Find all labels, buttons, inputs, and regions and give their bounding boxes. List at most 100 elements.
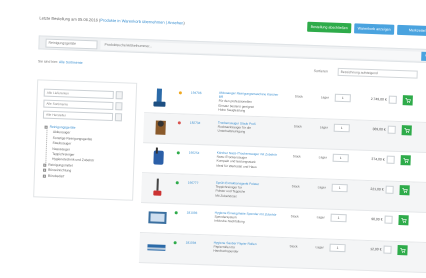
availability-dot [177, 121, 181, 125]
cart-icon [403, 158, 409, 163]
product-stock: Lager [315, 245, 324, 250]
last-order-text: Letzte Bestellung am 05.06.2016 ( [39, 14, 101, 23]
add-to-cart-button[interactable] [399, 185, 410, 196]
product-image[interactable] [148, 146, 171, 169]
category-select[interactable]: Reinigungsgeräte [45, 38, 98, 49]
add-to-cart-button[interactable] [401, 125, 412, 136]
collapse-icon[interactable] [44, 125, 48, 129]
product-list: 194706 Akkusauger Reinigungsmaschine Kär… [138, 83, 426, 274]
last-order-hint-link[interactable]: Produkte in Warenkorb übernehmen | Anseh… [100, 17, 183, 25]
unit-select[interactable] [388, 95, 397, 104]
product-image[interactable] [146, 206, 169, 229]
product-unit: Stück [289, 244, 298, 249]
availability-dot [173, 241, 177, 245]
availability-dot [176, 151, 180, 155]
unit-select[interactable] [385, 185, 394, 194]
assortment-filter[interactable]: Alle Sortimente [43, 99, 129, 111]
product-image[interactable] [150, 86, 173, 109]
breadcrumb-link[interactable]: Alle Sortimente [59, 60, 83, 65]
add-to-cart-button[interactable] [398, 215, 409, 226]
show-cart-button[interactable]: Warenkorb anzeigen [354, 23, 395, 35]
unit-select[interactable] [386, 155, 395, 164]
header-bar: Letzte Bestellung am 05.06.2016 (Produkt… [39, 9, 426, 39]
availability-dot [175, 181, 179, 185]
product-unit: Stück [292, 154, 301, 159]
quantity-input[interactable]: 1 [331, 183, 348, 193]
expand-icon[interactable] [43, 169, 47, 173]
product-sku[interactable]: 190254 [189, 151, 200, 155]
product-sku[interactable]: 182734 [190, 121, 201, 125]
unit-select[interactable] [383, 245, 392, 254]
product-detail-line: Inklusive Nachfüllung [214, 219, 245, 225]
product-price: 389,00 € [372, 127, 386, 132]
quantity-input[interactable]: 1 [332, 153, 349, 163]
quantity-input[interactable]: 1 [334, 93, 351, 103]
assortment-filter-value: Alle Sortimente [43, 99, 114, 111]
breadcrumb-label: Sie sind hier: [37, 59, 59, 65]
product-description: Hygiene Einwegmatte Spender mit Zubehör … [214, 211, 276, 226]
availability-dot [174, 211, 178, 215]
quantity-input[interactable]: 1 [330, 213, 347, 223]
cart-icon [402, 188, 408, 193]
filter-sidebar: Alle Lieferanten Alle Sortimente Alle He… [33, 79, 138, 201]
sort-select[interactable]: Bezeichnung aufsteigend [337, 67, 418, 79]
expand-icon[interactable] [43, 163, 47, 167]
product-description: Akkusauger Reinigungsmaschine Kärcher BR… [218, 91, 281, 114]
shop-page: Letzte Bestellung am 05.06.2016 (Produkt… [0, 0, 426, 278]
product-detail-line: Handtuchspender [213, 249, 239, 254]
product-price: 374,00 € [371, 157, 385, 162]
expand-icon[interactable] [42, 174, 46, 178]
product-stock: Lager [317, 185, 326, 190]
product-sku[interactable]: 181094 [186, 241, 197, 245]
supplier-filter[interactable]: Alle Lieferanten [43, 88, 130, 100]
cart-icon [401, 218, 407, 223]
product-unit: Stück [293, 124, 302, 129]
availability-dot [178, 91, 182, 95]
product-detail-line: Mit Zubehörset [215, 193, 237, 198]
add-to-cart-button[interactable] [400, 155, 411, 166]
supplier-filter-value: Alle Lieferanten [43, 88, 114, 100]
search-input[interactable] [100, 40, 422, 61]
product-stock: Lager [320, 95, 330, 100]
tree-item-other[interactable]: Bürobedarf [42, 173, 94, 180]
last-order-close: ) [183, 19, 185, 25]
quantity-input[interactable]: 1 [333, 123, 350, 133]
tree-item-label[interactable]: Bürobedarf [48, 173, 64, 179]
supplier-filter-button[interactable] [115, 91, 123, 100]
checkout-button[interactable]: Bestellung abschließen [307, 21, 352, 34]
product-detail-line: Ideal für Werkstatt und Haus [216, 163, 257, 169]
last-order-line: Letzte Bestellung am 05.06.2016 (Produkt… [39, 15, 304, 29]
wishlist-button[interactable]: Merkzettel [397, 24, 426, 37]
product-image[interactable] [147, 176, 170, 199]
product-description: Hygiene Sauber Papier Rollen Papierrolle… [213, 241, 275, 256]
product-sku[interactable]: 194706 [191, 91, 202, 95]
product-unit: Stück [294, 94, 303, 99]
tree-children: Akkusauger Sonstige Reinigungsgeräte Sta… [44, 130, 96, 165]
unit-select[interactable] [387, 125, 396, 134]
product-sku[interactable]: 181093 [187, 211, 198, 215]
manufacturer-filter[interactable]: Alle Hersteller [42, 110, 129, 122]
product-description: Sprüh-Extraktionsgerät Polster Teppichre… [215, 181, 278, 200]
cart-icon [405, 98, 411, 103]
product-stock: Lager [319, 125, 328, 130]
product-sku[interactable]: 196777 [188, 181, 199, 185]
add-to-cart-button[interactable] [402, 95, 413, 106]
product-image[interactable] [145, 236, 168, 259]
assortment-filter-button[interactable] [115, 102, 123, 111]
product-price: 98,00 € [371, 217, 383, 222]
product-price: 2.749,00 € [370, 97, 387, 102]
product-description: Trockensauger Staub Profi Rucksacksauger… [217, 121, 279, 136]
unit-select[interactable] [384, 215, 393, 224]
cart-icon [404, 128, 410, 133]
quantity-input[interactable]: 1 [329, 243, 346, 253]
category-tree: Reinigungsgeräte Akkusauger Sonstige Rei… [42, 125, 96, 181]
search-button[interactable] [421, 51, 426, 61]
manufacturer-filter-button[interactable] [114, 113, 123, 122]
breadcrumb: Sie sind hier: Alle Sortimente Sortieren… [38, 59, 426, 81]
product-unit: Stück [290, 214, 299, 219]
product-image[interactable] [149, 116, 172, 139]
search-bar: Reinigungsgeräte [38, 35, 426, 64]
add-to-cart-button[interactable] [397, 245, 408, 256]
cart-icon [400, 248, 406, 253]
sort-label: Sortieren [313, 68, 328, 74]
